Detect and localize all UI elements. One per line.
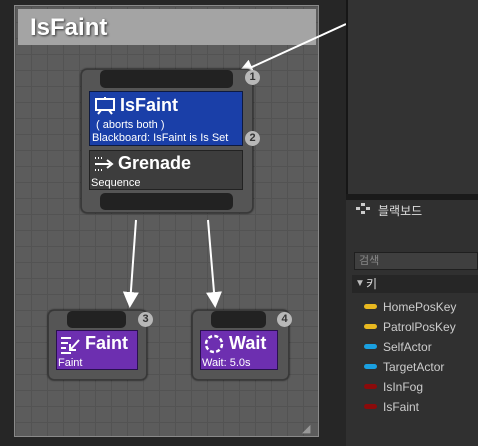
input-pin[interactable] [211, 311, 266, 328]
faint-task-icon [61, 337, 80, 354]
execution-order-badge: 1 [245, 70, 260, 85]
details-panel-body [348, 0, 478, 194]
key-name: PatrolPosKey [383, 320, 456, 334]
blackboard-icon [95, 97, 115, 115]
key-name: IsInFog [383, 380, 424, 394]
decorator-aborts: ( aborts both ) [96, 119, 165, 131]
behavior-tree-graph[interactable]: IsFaint IsFaint ( aborts both ) Blackboa… [0, 0, 346, 446]
sequence-icon [95, 157, 114, 171]
composite-type: Sequence [91, 177, 141, 189]
task-title: Wait [229, 333, 267, 353]
key-type-icon [364, 404, 377, 409]
wait-icon [204, 334, 224, 354]
wire-to-faint [122, 219, 139, 308]
decorator-isfaint[interactable]: IsFaint ( aborts both ) Blackboard: IsFa… [89, 91, 243, 146]
input-pin[interactable] [100, 70, 233, 88]
key-type-icon [364, 364, 377, 369]
output-pin[interactable] [100, 193, 233, 210]
key-type-icon [364, 344, 377, 349]
task-detail: Faint [58, 357, 83, 369]
incoming-wire [237, 23, 346, 75]
execution-order-badge: 2 [245, 131, 260, 146]
execution-order-badge: 4 [277, 312, 292, 327]
key-name: TargetActor [383, 360, 445, 374]
key-type-icon [364, 324, 377, 329]
resize-grip-icon[interactable]: ◢ [302, 422, 314, 435]
blackboard-tab[interactable]: 블랙보드 [378, 202, 422, 219]
decorator-condition: Blackboard: IsFaint is Is Set [92, 132, 229, 144]
task-detail: Wait: 5.0s [202, 357, 251, 369]
input-pin[interactable] [67, 311, 126, 328]
keys-header-label: 키 [366, 277, 378, 291]
key-type-icon [364, 304, 377, 309]
collapse-chevron-icon[interactable]: ▼ [355, 275, 365, 293]
search-input[interactable]: 검색 [354, 252, 478, 270]
decorator-title: IsFaint [120, 95, 179, 115]
execution-order-badge: 3 [138, 312, 153, 327]
keys-category-header[interactable]: ▼ 키 [352, 275, 478, 293]
key-name: SelfActor [383, 340, 432, 354]
task-wait[interactable]: Wait Wait: 5.0s [200, 330, 278, 370]
composite-title: Grenade [118, 153, 192, 173]
blackboard-tab-icon [356, 203, 370, 214]
composite-grenade[interactable]: Grenade Sequence [89, 150, 243, 190]
key-name: IsFaint [383, 400, 420, 414]
wire-to-wait [206, 219, 222, 308]
key-type-icon [364, 384, 377, 389]
details-panel [346, 0, 478, 194]
task-title: Faint [85, 333, 128, 353]
task-faint[interactable]: Faint Faint [56, 330, 138, 370]
key-name: HomePosKey [383, 300, 457, 314]
